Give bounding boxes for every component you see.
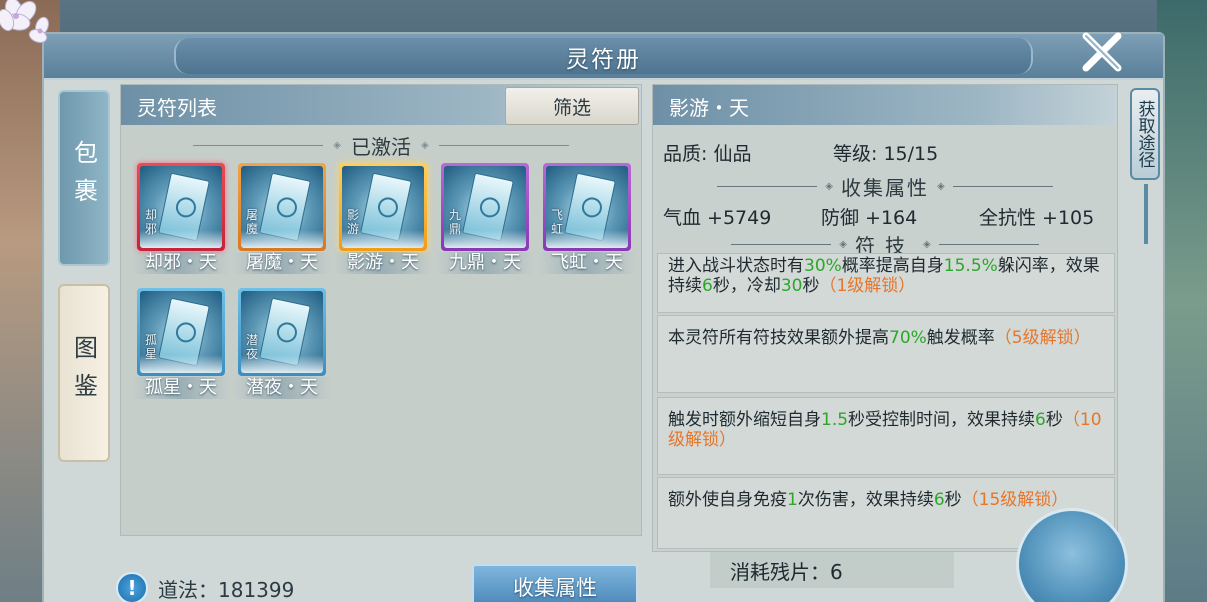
card-name: 潜夜・天 [233, 377, 331, 399]
window-title: 灵符册 [566, 47, 641, 73]
tab-guide[interactable]: 图鉴 [58, 284, 110, 462]
skill-text: 次伤害，效果持续 [797, 490, 934, 510]
skill-text: 秒 [1045, 410, 1063, 430]
ornament-icon: ◈ [923, 238, 931, 250]
skill-value: 1 [787, 490, 798, 510]
daofa-info: ! 道法：181399 [116, 572, 294, 602]
talisman-icon: 飞虹 [546, 166, 628, 248]
list-header: 灵符列表 筛选 [121, 85, 641, 125]
skill-unlock: （5级解锁） [994, 328, 1091, 348]
stat-hp: 气血 +5749 [663, 207, 772, 229]
talisman-card-selected[interactable]: 影游 影游・天 [334, 163, 432, 274]
card-name: 飞虹・天 [538, 252, 636, 274]
collect-attributes-header: ◈ 收集属性 ◈ [653, 173, 1117, 200]
talisman-icon: 影游 [342, 166, 424, 248]
talisman-icon: 孤星 [140, 291, 222, 373]
divider [193, 144, 324, 146]
talisman-icon: 九鼎 [444, 166, 526, 248]
card-frame: 却邪 [137, 163, 225, 251]
skill-value: 6 [702, 276, 713, 296]
quality-label: 品质: 仙品 [663, 143, 752, 165]
list-title: 灵符列表 [137, 96, 217, 120]
skill-text: 秒 [802, 276, 820, 296]
card-frame: 屠魔 [238, 163, 326, 251]
stat-defense: 防御 +164 [821, 207, 918, 229]
skill-text: 额外使自身免疫 [668, 490, 787, 510]
card-name: 孤星・天 [132, 377, 230, 399]
talisman-card[interactable]: 飞虹 飞虹・天 [538, 163, 636, 274]
divider [952, 185, 1053, 187]
skill-text: 进入战斗状态时有 [668, 256, 804, 276]
skill-unlock: （1级解锁） [819, 276, 916, 296]
skill-value: 6 [1035, 410, 1046, 430]
collect-section-label: 收集属性 [841, 175, 929, 200]
close-icon[interactable] [1078, 30, 1126, 74]
skill-text: 秒受控制时间，效果持续 [848, 410, 1036, 430]
skill-text: 触发时额外缩短自身 [668, 410, 821, 430]
level-label: 等级: 15/15 [833, 143, 939, 165]
talisman-list-panel: 灵符列表 筛选 ◈ 已激活 ◈ 却邪 却邪・天 屠魔 屠魔・天 影游 影游・天 … [120, 84, 642, 536]
talisman-detail-panel: 影游・天 品质: 仙品 等级: 15/15 ◈ 收集属性 ◈ 气血 +5749 … [652, 84, 1118, 552]
ornament-icon: ◈ [839, 238, 847, 250]
card-name: 九鼎・天 [436, 252, 534, 274]
card-name: 却邪・天 [132, 252, 230, 274]
skill-entry: 本灵符所有符技效果额外提高70%触发概率（5级解锁） [657, 315, 1115, 393]
card-frame: 孤星 [137, 288, 225, 376]
skill-text: 本灵符所有符技效果额外提高 [668, 328, 889, 348]
ornament-icon: ◈ [825, 180, 833, 192]
filter-button[interactable]: 筛选 [505, 87, 639, 125]
ornament-icon: ◈ [937, 180, 945, 192]
skill-entry: 进入战斗状态时有30%概率提高自身15.5%躲闪率，效果持续6秒，冷却30秒（1… [657, 253, 1115, 313]
detail-header: 影游・天 [653, 85, 1117, 125]
skill-entry: 触发时额外缩短自身1.5秒受控制时间，效果持续6秒（10级解锁） [657, 397, 1115, 475]
skill-text: 秒 [944, 490, 962, 510]
card-name: 影游・天 [334, 252, 432, 274]
skill-text: 触发概率 [926, 328, 995, 348]
talisman-book-window: 灵符册 包裹 图鉴 灵符列表 筛选 ◈ 已激活 ◈ 却邪 却邪・天 屠魔 屠魔・… [42, 32, 1165, 602]
daofa-value: 道法：181399 [158, 577, 295, 602]
skill-value: 1.5 [821, 410, 849, 430]
divider [438, 144, 569, 146]
skill-text: 概率提高自身 [841, 256, 944, 276]
talisman-icon: 屠魔 [241, 166, 323, 248]
collect-attributes-button[interactable]: 收集属性 [472, 564, 638, 602]
tab-bag[interactable]: 包裹 [58, 90, 110, 266]
get-path-button[interactable]: 获取途径 [1130, 88, 1160, 180]
skill-value: 30 [780, 276, 803, 296]
talisman-card[interactable]: 孤星 孤星・天 [132, 288, 230, 399]
talisman-card[interactable]: 潜夜 潜夜・天 [233, 288, 331, 399]
divider [938, 243, 1039, 245]
skill-value: 6 [933, 490, 945, 510]
divider [717, 185, 818, 187]
talisman-icon: 却邪 [140, 166, 222, 248]
info-icon[interactable]: ! [116, 572, 148, 602]
title-bar: 灵符册 [44, 34, 1163, 80]
card-frame: 飞虹 [543, 163, 631, 251]
skill-unlock: （15级解锁） [961, 490, 1069, 510]
card-frame: 潜夜 [238, 288, 326, 376]
consume-fragments: 消耗残片：6 [710, 552, 954, 588]
skill-value: 15.5% [943, 256, 998, 276]
skill-text: 秒，冷却 [712, 276, 781, 296]
activated-section-header: ◈ 已激活 ◈ [121, 132, 641, 159]
flower-ornament-icon [0, 0, 49, 43]
skill-value: 70% [889, 328, 927, 348]
card-name: 屠魔・天 [233, 252, 331, 274]
ornament-icon: ◈ [333, 139, 341, 151]
scrollbar[interactable] [1144, 184, 1148, 244]
skill-value: 30% [804, 256, 842, 276]
card-frame: 九鼎 [441, 163, 529, 251]
ornament-icon: ◈ [421, 139, 429, 151]
divider [731, 243, 832, 245]
talisman-icon: 潜夜 [241, 291, 323, 373]
card-frame: 影游 [339, 163, 427, 251]
section-label: 已激活 [351, 134, 411, 159]
talisman-card[interactable]: 九鼎 九鼎・天 [436, 163, 534, 274]
talisman-card[interactable]: 屠魔 屠魔・天 [233, 163, 331, 274]
talisman-card[interactable]: 却邪 却邪・天 [132, 163, 230, 274]
detail-title: 影游・天 [669, 96, 749, 120]
stat-resist: 全抗性 +105 [979, 207, 1095, 229]
